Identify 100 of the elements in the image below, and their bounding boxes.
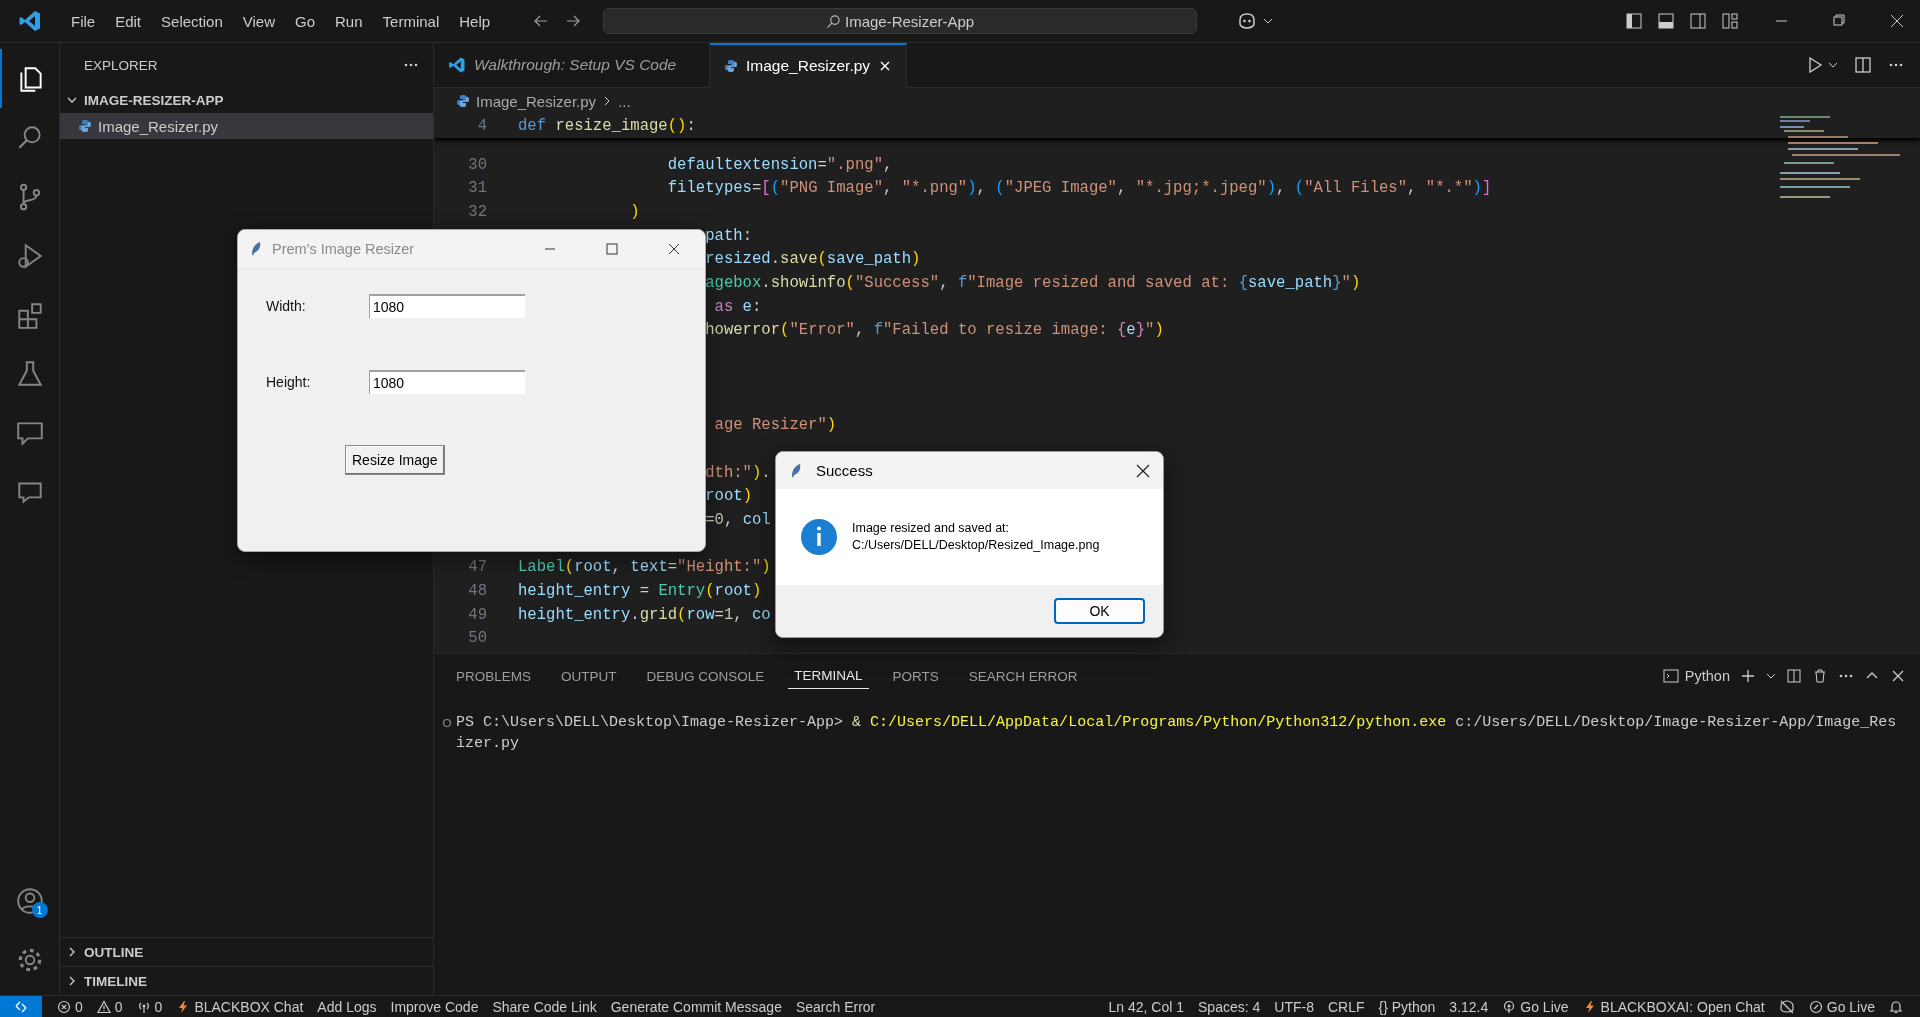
- panel-tab[interactable]: PORTS: [886, 663, 945, 689]
- account-icon: [14, 885, 45, 916]
- status-item[interactable]: Go Live: [1801, 998, 1882, 1015]
- status-item[interactable]: Ln 42, Col 1: [1101, 998, 1192, 1015]
- line-number: 48: [468, 581, 487, 600]
- menu-item[interactable]: Selection: [152, 9, 232, 33]
- input-field[interactable]: 1080: [369, 294, 525, 318]
- editor-tab[interactable]: Image_Resizer.py: [710, 42, 908, 88]
- status-item[interactable]: 0: [50, 998, 90, 1015]
- line-number: 4: [476, 117, 487, 135]
- line-number: 49: [468, 605, 487, 624]
- panel-tab[interactable]: SEARCH ERROR: [962, 663, 1084, 689]
- vscode-logo-icon: [18, 9, 42, 33]
- field-label: Width:: [266, 298, 307, 314]
- code-line: =0, col: [705, 510, 771, 529]
- section-header[interactable]: OUTLINE: [60, 937, 433, 966]
- split-terminal-icon[interactable]: [1786, 668, 1802, 684]
- status-item[interactable]: Search Error: [788, 998, 883, 1015]
- close-icon[interactable]: [1890, 668, 1906, 684]
- remote-button[interactable]: [0, 995, 42, 1017]
- bell-icon: [1889, 999, 1903, 1014]
- folder-header[interactable]: IMAGE-RESIZER-APP: [60, 87, 433, 113]
- menu-item[interactable]: Run: [326, 9, 372, 33]
- dialog-title: Success: [816, 462, 873, 479]
- breadcrumb-item[interactable]: Image_Resizer.py: [476, 92, 597, 110]
- code-line: root): [705, 487, 752, 506]
- copilot-icon[interactable]: [1237, 11, 1258, 31]
- code-line: Label(root, text="Height:"): [518, 558, 771, 577]
- accounts-button[interactable]: 1: [0, 871, 60, 930]
- terminal-profile[interactable]: Python: [1662, 668, 1730, 684]
- error-icon: [57, 999, 71, 1014]
- status-item[interactable]: Go Live: [1495, 998, 1576, 1015]
- code-line: path:: [705, 226, 752, 245]
- layout-icon[interactable]: [1721, 12, 1739, 30]
- search-icon: [826, 13, 841, 29]
- line-number: 50: [468, 629, 487, 648]
- status-item[interactable]: CRLF: [1320, 998, 1372, 1015]
- notification-badge: 1: [31, 902, 48, 918]
- search-field[interactable]: Image-Resizer-App: [603, 8, 1198, 34]
- run-icon[interactable]: [1806, 56, 1824, 74]
- panel-tab[interactable]: OUTPUT: [555, 663, 623, 689]
- line-number: 32: [468, 202, 487, 221]
- sidebar-title: EXPLORER: [84, 57, 159, 73]
- circle-icon: [1808, 999, 1823, 1014]
- info-icon: [800, 518, 838, 556]
- status-item[interactable]: Generate Commit Message: [603, 998, 789, 1015]
- trash-icon[interactable]: [1812, 668, 1828, 684]
- back-arrow-icon[interactable]: [533, 13, 550, 29]
- secondary-sidebar-icon[interactable]: [1689, 12, 1707, 30]
- code-line: resized.save(save_path): [705, 250, 921, 269]
- status-item[interactable]: {} Python: [1371, 998, 1443, 1015]
- terminal-icon: [1662, 668, 1679, 684]
- menu-item[interactable]: Edit: [106, 9, 151, 33]
- status-item[interactable]: Share Code Link: [485, 998, 604, 1015]
- breadcrumb-item[interactable]: ...: [618, 92, 631, 110]
- remote-icon: [14, 999, 28, 1014]
- status-item[interactable]: Improve Code: [383, 998, 486, 1015]
- input-field[interactable]: 1080: [369, 370, 525, 394]
- plus-icon[interactable]: [1740, 668, 1756, 684]
- panel-tab[interactable]: DEBUG CONSOLE: [640, 663, 771, 689]
- code-line: ): [630, 202, 640, 221]
- warning-icon: [96, 999, 111, 1014]
- status-item[interactable]: Spaces: 4: [1191, 998, 1268, 1015]
- chevron-down-icon[interactable]: [1263, 16, 1274, 26]
- forward-arrow-icon[interactable]: [565, 13, 582, 29]
- line-number: 47: [468, 558, 487, 577]
- code-line: as e:: [714, 297, 762, 316]
- status-item[interactable]: BLACKBOX Chat: [169, 998, 311, 1015]
- menu-item[interactable]: Help: [450, 9, 500, 33]
- code-line: def resize_image():: [518, 117, 696, 135]
- menu-item[interactable]: File: [62, 9, 105, 33]
- status-item[interactable]: BLACKBOXAI: Open Chat: [1575, 998, 1772, 1015]
- terminal-line: PS C:\Users\DELL\Desktop\Image-Resizer-App> & C:/Users/DELL/AppData/Local/Programs/Python/Python312/python.exe c:/Users/DELL/Desktop/Image-Resizer-App/Image_Res: [456, 714, 1897, 731]
- command-status-icon: [442, 717, 452, 728]
- ok-button[interactable]: OK: [1054, 598, 1145, 624]
- status-item[interactable]: 0: [89, 998, 130, 1015]
- code-line: defaultextension=".png",: [667, 155, 893, 174]
- panel-tab[interactable]: PROBLEMS: [450, 663, 538, 689]
- vscode-logo-icon: [448, 56, 466, 74]
- menu-item[interactable]: View: [233, 9, 284, 33]
- status-item[interactable]: 3.12.4: [1442, 998, 1496, 1015]
- sidebar-layout-icon[interactable]: [1625, 12, 1643, 30]
- chevron-down-icon[interactable]: [1828, 60, 1838, 70]
- close-icon[interactable]: [1135, 462, 1151, 479]
- broadcast-icon: [1502, 999, 1517, 1014]
- panel-layout-icon[interactable]: [1657, 12, 1675, 30]
- tree-item[interactable]: Image_Resizer.py: [60, 113, 433, 139]
- menu-item[interactable]: Terminal: [373, 9, 449, 33]
- chevron-down-icon[interactable]: [1766, 671, 1776, 681]
- status-item[interactable]: Add Logs: [310, 998, 384, 1015]
- split-editor-icon[interactable]: [1854, 56, 1872, 74]
- field-label: Height:: [266, 374, 312, 390]
- panel-tab[interactable]: TERMINAL: [788, 663, 869, 689]
- status-item[interactable]: UTF-8: [1267, 998, 1321, 1015]
- menu-item[interactable]: Go: [286, 9, 324, 33]
- status-item[interactable]: 0: [129, 998, 170, 1015]
- code-line: agebox.showinfo("Success", f"Image resized and saved at: {save_path}"): [705, 273, 1361, 292]
- resize-button[interactable]: Resize Image: [345, 445, 445, 475]
- dialog-message: Image resized and saved at: C:/Users/DELL/Desktop/Resized_Image.png: [852, 520, 1100, 554]
- window-title: Prem's Image Resizer: [272, 241, 415, 257]
